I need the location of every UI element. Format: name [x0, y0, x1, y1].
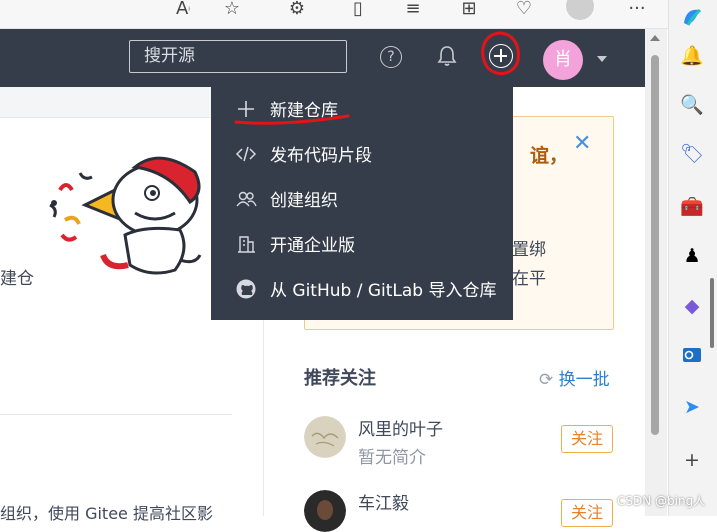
github-icon — [235, 278, 257, 300]
menu-item-enterprise[interactable]: 开通企业版 — [211, 222, 513, 267]
copilot-icon[interactable] — [680, 5, 704, 29]
bell-icon[interactable]: 🔔 — [680, 44, 704, 68]
watermark: CSDN @bing人 — [617, 494, 706, 508]
search-input[interactable]: 搜开源 — [129, 40, 347, 73]
mascot-illustration — [49, 156, 202, 275]
site-header: 搜开源 ? 肖 — [0, 29, 645, 87]
person-bio: 暂无简介 — [358, 448, 426, 468]
read-aloud-icon[interactable]: Aⁱ — [170, 0, 196, 22]
follow-button[interactable]: 关注 — [561, 499, 613, 527]
menu-item-create-org[interactable]: 创建组织 — [211, 177, 513, 222]
code-icon — [235, 143, 257, 165]
create-dropdown-menu: 新建仓库 发布代码片段 创建组织 开通企业版 从 GitHub / GitLab… — [211, 87, 513, 320]
building-icon — [235, 233, 257, 255]
scroll-up-icon[interactable] — [650, 35, 660, 41]
divider — [0, 414, 232, 415]
tag-icon[interactable]: 🏷 — [680, 142, 704, 166]
scrollbar-thumb[interactable] — [651, 55, 659, 435]
menu-item-publish-snippet[interactable]: 发布代码片段 — [211, 132, 513, 177]
browser-sidebar: 🔔 🔍 🏷 🧰 ♟ ◆ ➤ + — [668, 0, 717, 516]
favorite-star-icon[interactable]: ☆ — [219, 0, 245, 22]
recommend-title: 推荐关注 — [304, 368, 376, 389]
split-screen-icon[interactable]: ▯ — [345, 0, 371, 22]
avatar[interactable] — [304, 490, 346, 532]
add-icon[interactable]: + — [680, 448, 704, 472]
notice-text: 在平 — [512, 269, 546, 289]
search-icon[interactable]: 🔍 — [680, 93, 704, 117]
bell-icon[interactable] — [434, 43, 460, 69]
performance-icon[interactable]: ♡ — [511, 0, 537, 22]
menu-item-label: 新建仓库 — [270, 101, 338, 121]
refresh-icon: ⟳ — [539, 370, 554, 390]
menu-item-label: 开通企业版 — [270, 236, 355, 256]
refresh-button[interactable]: ⟳ 换一批 — [539, 365, 610, 390]
profile-avatar-icon[interactable] — [566, 0, 594, 20]
user-avatar[interactable]: 肖 — [543, 40, 583, 80]
more-menu-icon[interactable]: ··· — [624, 0, 650, 22]
menu-item-label: 创建组织 — [270, 191, 338, 211]
avatar[interactable] — [304, 416, 346, 458]
menu-item-label: 发布代码片段 — [270, 146, 372, 166]
create-plus-icon[interactable] — [489, 44, 513, 68]
plus-icon — [235, 98, 257, 120]
person-name[interactable]: 车江毅 — [358, 489, 409, 514]
chess-icon[interactable]: ♟ — [680, 244, 704, 268]
help-icon[interactable]: ? — [380, 46, 402, 68]
left-text-fragment: 建仓 — [0, 269, 34, 289]
outlook-icon[interactable] — [680, 344, 704, 368]
close-icon[interactable]: ✕ — [573, 131, 591, 156]
refresh-label: 换一批 — [558, 370, 610, 390]
notice-title: 谊， — [530, 145, 569, 167]
toolbox-icon[interactable]: 🧰 — [680, 195, 704, 219]
microsoft365-icon[interactable]: ◆ — [680, 294, 704, 318]
menu-item-import-repo[interactable]: 从 GitHub / GitLab 导入仓库 — [211, 267, 513, 312]
send-icon[interactable]: ➤ — [680, 395, 704, 419]
person-name[interactable]: 风里的叶子 — [358, 415, 443, 440]
users-icon — [235, 188, 257, 210]
notice-text: 置绑 — [512, 240, 546, 260]
favorites-icon[interactable]: ≡ — [400, 0, 426, 22]
left-text-fragment: 组织，使用 Gitee 提高社区影 — [0, 504, 213, 523]
page-scrollbar[interactable] — [645, 29, 667, 516]
menu-item-label: 从 GitHub / GitLab 导入仓库 — [270, 281, 497, 301]
sidebar-resize-handle[interactable] — [710, 278, 714, 348]
follow-button[interactable]: 关注 — [561, 425, 613, 453]
browser-toolbar: Aⁱ ☆ ⚙ ▯ ≡ ⊞ ♡ ··· — [0, 0, 668, 29]
extensions-icon[interactable]: ⚙ — [284, 0, 310, 22]
chevron-down-icon[interactable] — [597, 56, 607, 62]
collections-icon[interactable]: ⊞ — [456, 0, 482, 22]
menu-item-new-repo[interactable]: 新建仓库 — [211, 87, 513, 132]
